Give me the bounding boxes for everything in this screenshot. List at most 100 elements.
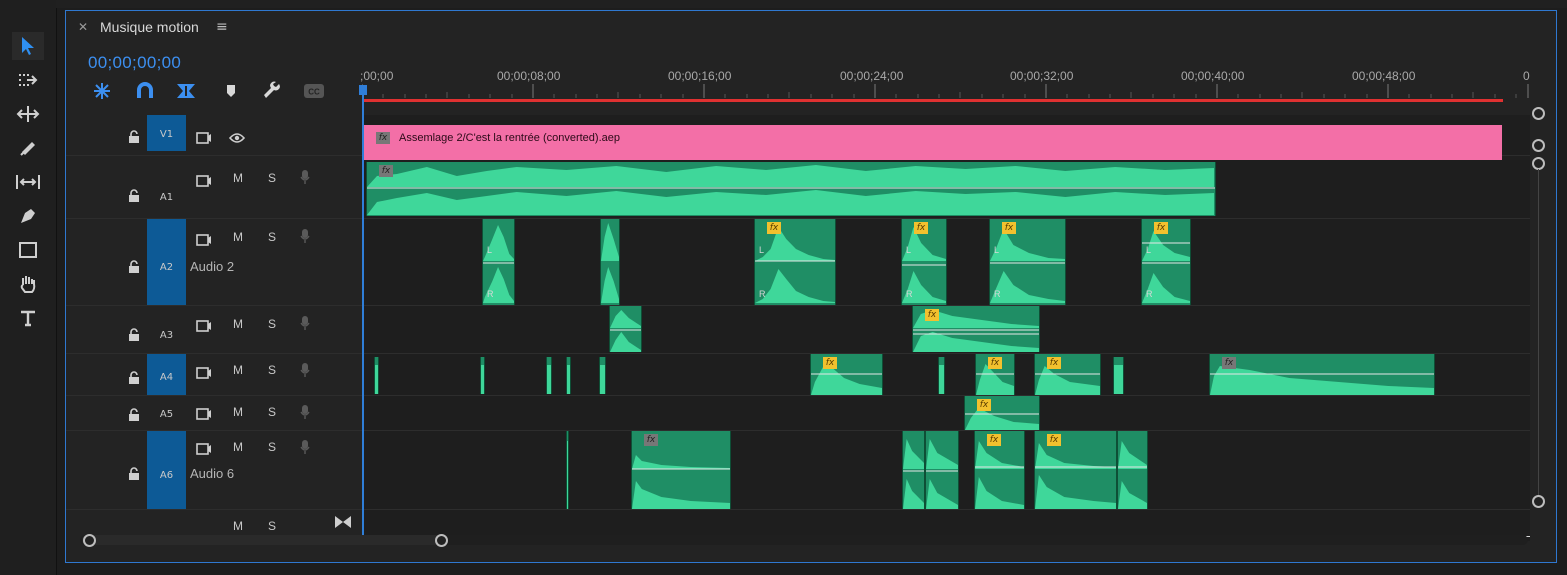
- mute-button[interactable]: M: [233, 405, 243, 419]
- scroll-knob[interactable]: [435, 534, 448, 547]
- sync-lock-icon[interactable]: [196, 317, 212, 336]
- audio-clip[interactable]: fx L R: [901, 219, 947, 305]
- track-name-a2[interactable]: Audio 2: [190, 259, 234, 274]
- sync-lock-icon[interactable]: [196, 405, 212, 424]
- pen-tool-icon[interactable]: [12, 202, 44, 230]
- lock-icon[interactable]: [128, 259, 140, 273]
- audio-clip[interactable]: fx L R: [754, 219, 836, 305]
- lock-icon[interactable]: [128, 129, 140, 143]
- nest-sequence-icon[interactable]: [90, 81, 114, 101]
- sync-lock-icon[interactable]: [196, 364, 212, 383]
- audio-clip[interactable]: fx: [975, 354, 1015, 395]
- hand-tool-icon[interactable]: [12, 270, 44, 298]
- tracks-area[interactable]: fx Assemlage 2/C'est la rentrée (convert…: [362, 115, 1530, 541]
- scroll-knob[interactable]: [1532, 139, 1545, 152]
- captions-icon[interactable]: CC: [302, 81, 326, 101]
- track-a2[interactable]: L R fx L R fx L R fx L R fx L R: [362, 219, 1530, 306]
- solo-button[interactable]: S: [268, 363, 276, 377]
- audio-clip[interactable]: [902, 431, 925, 509]
- microphone-icon[interactable]: [300, 439, 310, 459]
- playhead-line[interactable]: [362, 85, 364, 537]
- track-select-forward-tool-icon[interactable]: [12, 66, 44, 94]
- audio-clip[interactable]: [1117, 431, 1148, 509]
- audio-clip[interactable]: [938, 357, 945, 394]
- eye-icon[interactable]: [228, 129, 246, 148]
- scroll-knob[interactable]: [1532, 107, 1545, 120]
- fx-badge[interactable]: fx: [1222, 357, 1236, 369]
- playhead-timecode[interactable]: 00;00;00;00: [88, 53, 181, 73]
- sync-lock-icon[interactable]: [196, 440, 212, 459]
- audio-clip[interactable]: [925, 431, 959, 509]
- playhead-handle[interactable]: [359, 85, 367, 95]
- sync-lock-icon[interactable]: [196, 172, 212, 191]
- hamburger-icon[interactable]: ≡: [216, 19, 228, 35]
- mute-button[interactable]: M: [233, 230, 243, 244]
- audio-clip[interactable]: [374, 357, 379, 394]
- audio-clip[interactable]: fx: [912, 306, 1040, 352]
- solo-button[interactable]: S: [268, 230, 276, 244]
- audio-clip[interactable]: [599, 357, 606, 394]
- ripple-edit-tool-icon[interactable]: [12, 100, 44, 128]
- track-name-a6[interactable]: Audio 6: [190, 466, 234, 481]
- scroll-thumb[interactable]: [82, 535, 442, 545]
- scroll-knob[interactable]: [83, 534, 96, 547]
- microphone-icon[interactable]: [300, 169, 310, 189]
- fx-badge[interactable]: fx: [1002, 222, 1016, 234]
- razor-tool-icon[interactable]: [12, 134, 44, 162]
- fx-badge[interactable]: fx: [988, 357, 1002, 369]
- track-a6[interactable]: fx fx fx: [362, 431, 1530, 510]
- audio-clip[interactable]: [480, 357, 485, 394]
- fx-badge[interactable]: fx: [379, 165, 393, 177]
- time-ruler[interactable]: ;00;00 00;00;08;00 00;00;16;00 00;00;24;…: [360, 66, 1530, 111]
- audio-clip[interactable]: fx: [1034, 431, 1117, 509]
- add-marker-icon[interactable]: [219, 81, 243, 101]
- audio-clip[interactable]: fx: [1034, 354, 1101, 395]
- fx-badge[interactable]: fx: [1047, 434, 1061, 446]
- audio-clip[interactable]: [600, 219, 620, 305]
- audio-clip[interactable]: [546, 357, 552, 394]
- vertical-scrollbar[interactable]: [1530, 103, 1556, 543]
- fx-badge[interactable]: fx: [977, 399, 991, 411]
- audio-clip[interactable]: fx: [964, 396, 1040, 430]
- audio-clip[interactable]: fx: [810, 354, 883, 395]
- fx-badge[interactable]: fx: [925, 309, 939, 321]
- track-v1[interactable]: fx Assemlage 2/C'est la rentrée (convert…: [362, 115, 1530, 161]
- audio-clip[interactable]: fx: [974, 431, 1025, 509]
- video-clip[interactable]: fx Assemlage 2/C'est la rentrée (convert…: [363, 125, 1502, 161]
- audio-clip[interactable]: [566, 431, 569, 509]
- sync-lock-icon[interactable]: [196, 231, 212, 250]
- fx-badge[interactable]: fx: [1047, 357, 1061, 369]
- horizontal-scrollbar[interactable]: [80, 531, 1530, 551]
- linked-selection-icon[interactable]: [174, 81, 198, 101]
- lock-icon[interactable]: [128, 327, 140, 341]
- track-a1[interactable]: fx: [362, 160, 1530, 219]
- sequence-tab-title[interactable]: Musique motion: [100, 19, 199, 35]
- selection-tool-icon[interactable]: [12, 32, 44, 60]
- track-a4[interactable]: fx fx fx fx: [362, 354, 1530, 396]
- audio-clip[interactable]: fx L R: [989, 219, 1066, 305]
- audio-clip[interactable]: [609, 306, 642, 352]
- microphone-icon[interactable]: [300, 404, 310, 424]
- microphone-icon[interactable]: [300, 362, 310, 382]
- fx-badge[interactable]: fx: [987, 434, 1001, 446]
- track-a3[interactable]: fx: [362, 306, 1530, 354]
- audio-clip[interactable]: [1113, 357, 1124, 394]
- scroll-knob[interactable]: [1532, 495, 1545, 508]
- audio-clip[interactable]: [566, 357, 571, 394]
- solo-button[interactable]: S: [268, 171, 276, 185]
- audio-clip[interactable]: fx: [366, 162, 1216, 216]
- audio-clip[interactable]: fx: [631, 431, 731, 509]
- mute-button[interactable]: M: [233, 440, 243, 454]
- lock-icon[interactable]: [128, 466, 140, 480]
- slip-tool-icon[interactable]: [12, 168, 44, 196]
- lock-icon[interactable]: [128, 188, 140, 202]
- sync-lock-icon[interactable]: [196, 129, 212, 148]
- fx-badge[interactable]: fx: [767, 222, 781, 234]
- solo-button[interactable]: S: [268, 405, 276, 419]
- rectangle-tool-icon[interactable]: [12, 236, 44, 264]
- fx-badge[interactable]: fx: [1154, 222, 1168, 234]
- close-icon[interactable]: ✕: [78, 20, 90, 34]
- mute-button[interactable]: M: [233, 317, 243, 331]
- solo-button[interactable]: S: [268, 317, 276, 331]
- fx-badge[interactable]: fx: [914, 222, 928, 234]
